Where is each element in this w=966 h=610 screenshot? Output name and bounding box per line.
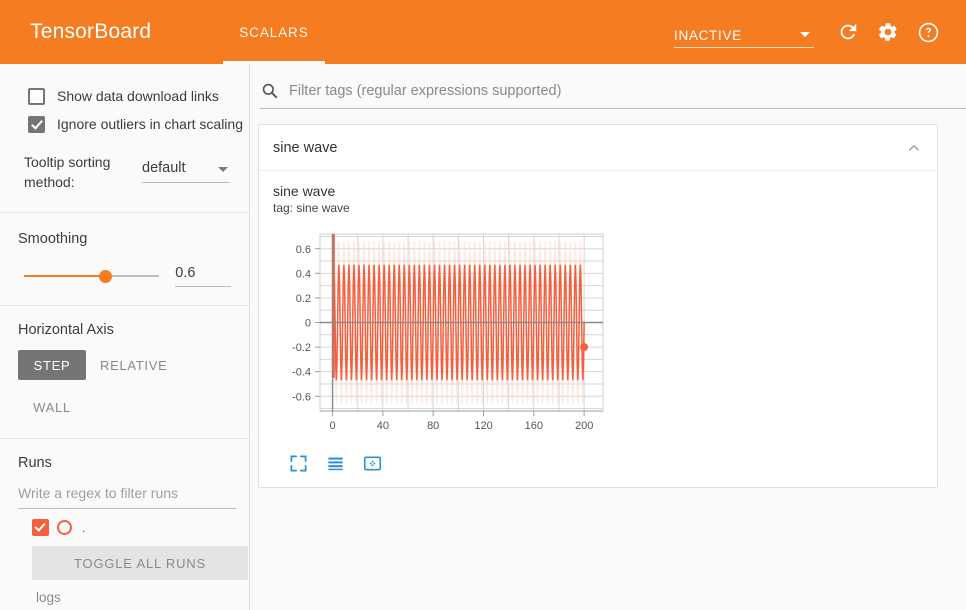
tab-scalars-label: SCALARS (239, 25, 308, 40)
select-underline (142, 182, 230, 183)
axis-option-label: RELATIVE (100, 358, 168, 373)
svg-text:80: 80 (427, 420, 439, 432)
header-actions: INACTIVE (674, 12, 948, 52)
fit-domain-icon[interactable] (363, 454, 382, 473)
svg-text:-0.6: -0.6 (292, 391, 311, 403)
toggle-all-runs-button[interactable]: TOGGLE ALL RUNS (32, 546, 248, 580)
run-color-circle[interactable] (57, 520, 72, 535)
run-status-value: INACTIVE (674, 28, 800, 48)
run-status-select[interactable]: INACTIVE (674, 16, 814, 48)
svg-text:0.6: 0.6 (296, 244, 311, 256)
svg-text:0.2: 0.2 (296, 293, 311, 305)
checkbox-label: Show data download links (57, 88, 219, 104)
app-body: Show data download links Ignore outliers… (0, 64, 966, 610)
svg-text:40: 40 (377, 420, 389, 432)
card-header[interactable]: sine wave (259, 125, 937, 171)
toggle-series-icon[interactable] (326, 454, 345, 473)
horizontal-axis-section: Horizontal Axis STEP RELATIVE WALL (0, 306, 249, 438)
run-name-label: . (82, 521, 85, 535)
chart-title: sine wave (273, 183, 923, 199)
card-header-title: sine wave (273, 140, 337, 156)
help-icon (917, 21, 940, 44)
svg-text:160: 160 (525, 420, 543, 432)
checkbox-box (28, 116, 45, 133)
axis-option-step[interactable]: STEP (18, 350, 86, 380)
axis-option-label: STEP (34, 358, 71, 373)
svg-text:0.4: 0.4 (296, 268, 311, 280)
chevron-down-icon (218, 167, 228, 172)
axis-option-label: WALL (33, 400, 71, 415)
smoothing-value: 0.6 (175, 265, 231, 286)
axis-button-group: STEP RELATIVE WALL (18, 350, 231, 422)
svg-text:-0.4: -0.4 (292, 367, 311, 379)
runs-section: Runs Write a regex to filter runs . TOGG… (0, 439, 249, 605)
tag-filter-placeholder: Filter tags (regular expressions support… (289, 83, 561, 99)
checkbox-label: Ignore outliers in chart scaling (57, 116, 243, 132)
tag-filter-bar: Filter tags (regular expressions support… (250, 64, 966, 118)
runs-title: Runs (18, 455, 231, 471)
svg-text:0: 0 (305, 318, 311, 330)
card-body: sine wave tag: sine wave 0.6 0.4 0.2 0 -0.2 -… (259, 171, 937, 487)
toggle-all-runs-label: TOGGLE ALL RUNS (74, 556, 206, 571)
tooltip-sorting-row: Tooltip sorting method: default (24, 152, 231, 192)
display-settings-section: Show data download links Ignore outliers… (0, 64, 249, 192)
checkbox-show-data-download-links[interactable]: Show data download links (28, 82, 231, 110)
scalar-card: sine wave sine wave tag: sine wave 0.60.… (258, 124, 938, 488)
logdir-label: logs (36, 590, 231, 605)
run-list-item: . (32, 519, 231, 536)
axis-option-relative[interactable]: RELATIVE (86, 350, 182, 380)
gear-icon (877, 21, 899, 43)
slider-fill (24, 275, 105, 277)
main-tabs: SCALARS (223, 0, 324, 64)
select-underline (674, 47, 814, 48)
tooltip-sorting-select[interactable]: default (142, 160, 230, 183)
runs-filter-placeholder: Write a regex to filter runs (18, 485, 236, 508)
expand-chart-icon[interactable] (289, 454, 308, 473)
search-icon (260, 81, 279, 100)
chart-toolbar (289, 454, 923, 473)
smoothing-row: 0.6 (18, 265, 231, 287)
tooltip-sorting-label: Tooltip sorting method: (24, 152, 142, 192)
reload-button[interactable] (828, 12, 868, 52)
help-button[interactable] (908, 12, 948, 52)
slider-thumb[interactable] (99, 270, 112, 283)
sidebar: Show data download links Ignore outliers… (0, 64, 250, 610)
tab-scalars[interactable]: SCALARS (223, 0, 324, 64)
svg-text:-0.2: -0.2 (292, 342, 311, 354)
svg-text:200: 200 (575, 420, 593, 432)
tooltip-sorting-value: default (142, 160, 230, 182)
app-header: TensorBoard SCALARS INACTIVE (0, 0, 966, 64)
settings-button[interactable] (868, 12, 908, 52)
input-underline (18, 508, 236, 509)
horizontal-axis-title: Horizontal Axis (18, 322, 231, 338)
runs-filter-input[interactable]: Write a regex to filter runs (18, 485, 236, 509)
smoothing-title: Smoothing (18, 231, 231, 247)
smoothing-section: Smoothing 0.6 (0, 213, 249, 305)
axis-option-wall[interactable]: WALL (18, 392, 86, 422)
svg-text:120: 120 (474, 420, 492, 432)
app-title: TensorBoard (30, 20, 151, 44)
input-underline (175, 286, 231, 287)
tag-filter-input[interactable]: Filter tags (regular expressions support… (260, 73, 966, 109)
chevron-down-icon (800, 32, 810, 37)
scalar-chart[interactable]: 0.6 0.4 0.2 0 -0.2 -0.4 -0.6 0 40 80 120 160 200 (273, 228, 633, 448)
checkbox-ignore-outliers[interactable]: Ignore outliers in chart scaling (28, 110, 231, 138)
reload-icon (837, 21, 859, 43)
chart-tag: tag: sine wave (273, 200, 923, 216)
smoothing-value-field[interactable]: 0.6 (175, 265, 231, 287)
smoothing-slider[interactable] (24, 267, 159, 285)
checkbox-box (28, 88, 45, 105)
chevron-up-icon[interactable] (905, 139, 923, 157)
main-content: Filter tags (regular expressions support… (250, 64, 966, 610)
run-checkbox[interactable] (32, 519, 49, 536)
svg-text:0: 0 (330, 420, 336, 432)
